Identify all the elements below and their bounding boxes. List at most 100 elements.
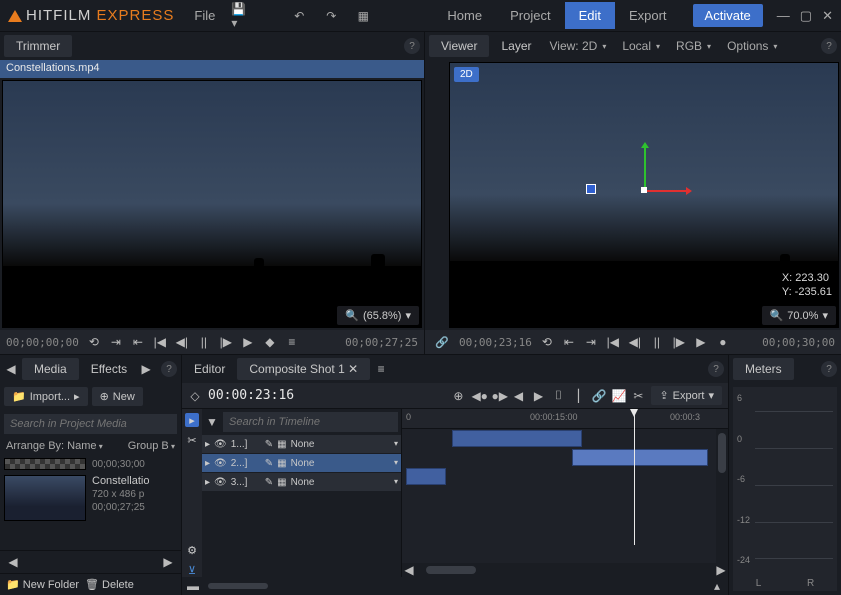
new-button[interactable]: ⊕ New [92,387,143,406]
lock-icon[interactable]: ✎ [265,477,273,488]
lock-icon[interactable]: ✎ [265,439,273,450]
marker-icon[interactable]: ◆ [263,335,277,349]
media-search-input[interactable] [4,414,177,434]
help-icon[interactable]: ? [821,38,837,54]
scrollbar-vertical[interactable] [716,429,728,563]
group-dropdown[interactable]: Group B [128,440,175,452]
keyframe-icon[interactable]: ◇ [188,389,202,403]
next-key-icon[interactable]: ●▶ [491,389,505,403]
activate-button[interactable]: Activate [693,4,763,27]
magnet-icon[interactable]: ⊻ [185,563,199,577]
trimmer-zoom[interactable]: 🔍 (65.8%) ▾ [337,306,419,325]
home-icon[interactable]: ⇤ [562,335,576,349]
delete-button[interactable]: 🗑 Delete [85,578,134,591]
channel-dropdown[interactable]: RGB [670,37,717,55]
pause-icon[interactable]: || [650,335,664,349]
trimmer-viewport[interactable]: 🔍 (65.8%) ▾ [2,80,422,328]
loop-icon[interactable]: ⟲ [540,335,554,349]
editor-tab[interactable]: Editor [186,358,233,380]
import-button[interactable]: 📁 Import... ▸ [4,387,88,406]
out-icon[interactable]: ⇤ [131,335,145,349]
playhead-timecode[interactable]: 00:00:23:16 [208,388,294,403]
in-icon[interactable]: ⇥ [109,335,123,349]
menu-file[interactable]: File [194,8,215,23]
timeline-search-input[interactable] [223,412,398,432]
tab-home[interactable]: Home [433,2,496,29]
select-tool-icon[interactable]: ▸ [185,413,199,427]
effects-tab[interactable]: Effects [83,358,135,380]
expand-icon[interactable]: ▸ [205,439,210,450]
tab-project[interactable]: Project [496,2,564,29]
media-tab[interactable]: Media [22,358,79,380]
view-badge[interactable]: 2D [454,67,479,82]
undo-icon[interactable]: ↶ [291,8,307,24]
add-icon[interactable]: ⊕ [451,389,465,403]
viewer-tab[interactable]: Viewer [429,35,489,57]
arrange-dropdown[interactable]: Arrange By: Name [6,440,103,452]
tab-export[interactable]: Export [615,2,681,29]
view-mode-dropdown[interactable]: View: 2D [544,37,613,55]
scroll-left-icon[interactable]: ◀ [6,555,20,569]
save-icon[interactable]: 💾▾ [231,8,247,24]
frame-back-icon[interactable]: ◀| [175,335,189,349]
help-icon[interactable]: ? [161,361,177,377]
layer-tab[interactable]: Layer [493,35,539,57]
frame-back-icon[interactable]: ◀| [628,335,642,349]
options-icon[interactable]: ≡ [285,335,299,349]
frame-fwd-icon[interactable]: |▶ [219,335,233,349]
timeline[interactable]: 0 00:00:15:00 00:00:3 ◀▶ [402,409,728,577]
scrollbar-horizontal[interactable]: ◀▶ [402,563,728,577]
minimize-icon[interactable]: — [777,8,790,24]
scroll-right-icon[interactable]: ▶ [161,555,175,569]
list-item[interactable]: 00;00;30;00 [2,456,179,473]
play-icon[interactable]: ▶ [694,335,708,349]
maximize-icon[interactable]: ▢ [800,8,812,24]
help-icon[interactable]: ? [404,38,420,54]
y-axis-handle[interactable] [644,148,646,190]
gizmo-origin[interactable] [641,187,647,193]
frame-fwd-icon[interactable]: |▶ [672,335,686,349]
viewer-zoom[interactable]: 🔍 70.0% ▾ [762,306,836,325]
track-row[interactable]: ▸ 👁 1...] ✎ ▦ None [202,435,401,454]
time-ruler[interactable]: 0 00:00:15:00 00:00:3 [402,409,728,429]
end-icon[interactable]: ⇥ [584,335,598,349]
trimmer-tab[interactable]: Trimmer [4,35,72,57]
pause-icon[interactable]: || [197,335,211,349]
checker-icon[interactable]: ▦ [277,458,286,469]
lock-icon[interactable]: ✎ [265,458,273,469]
collapse-icon[interactable]: ▴ [710,579,724,593]
visibility-icon[interactable]: 👁 [214,458,227,469]
space-dropdown[interactable]: Local [616,37,666,55]
anchor-point-handle[interactable] [586,184,596,194]
split-icon[interactable]: ⎮ [571,389,585,403]
checker-icon[interactable]: ▦ [277,439,286,450]
link-icon[interactable]: 🔗 [435,336,451,349]
cut-icon[interactable]: ✂ [631,389,645,403]
tab-edit[interactable]: Edit [565,2,615,29]
blend-mode-dropdown[interactable]: None [291,477,398,488]
snap-icon[interactable]: ⌷ [551,388,565,403]
link-icon[interactable]: 🔗 [591,389,605,403]
track-row[interactable]: ▸ 👁 2...] ✎ ▦ None [202,454,401,473]
playhead[interactable] [634,409,635,545]
new-folder-button[interactable]: 📁 New Folder [6,578,79,591]
filter-icon[interactable]: ▼ [205,415,219,429]
redo-icon[interactable]: ↷ [323,8,339,24]
visibility-icon[interactable]: 👁 [214,439,227,450]
zoom-slider[interactable] [208,583,268,589]
help-icon[interactable]: ? [708,361,724,377]
list-item[interactable]: Constellatio 720 x 486 p 00;00;27;25 [2,473,179,523]
panel-nav-back-icon[interactable]: ◀ [4,362,18,376]
expand-icon[interactable]: ▸ [205,477,210,488]
x-axis-handle[interactable] [644,190,686,192]
prev-icon[interactable]: |◀ [153,335,167,349]
prev-key-icon[interactable]: ◀● [471,389,485,403]
loop-icon[interactable]: ⟲ [87,335,101,349]
zoom-out-icon[interactable]: ▬ [186,579,200,593]
blend-mode-dropdown[interactable]: None [291,458,398,469]
export-button[interactable]: ⇪ Export ▾ [651,386,722,405]
meters-tab[interactable]: Meters [733,358,794,380]
settings-icon[interactable]: ⚙ [185,543,199,557]
prev-icon[interactable]: |◀ [606,335,620,349]
play-icon[interactable]: ▶ [241,335,255,349]
